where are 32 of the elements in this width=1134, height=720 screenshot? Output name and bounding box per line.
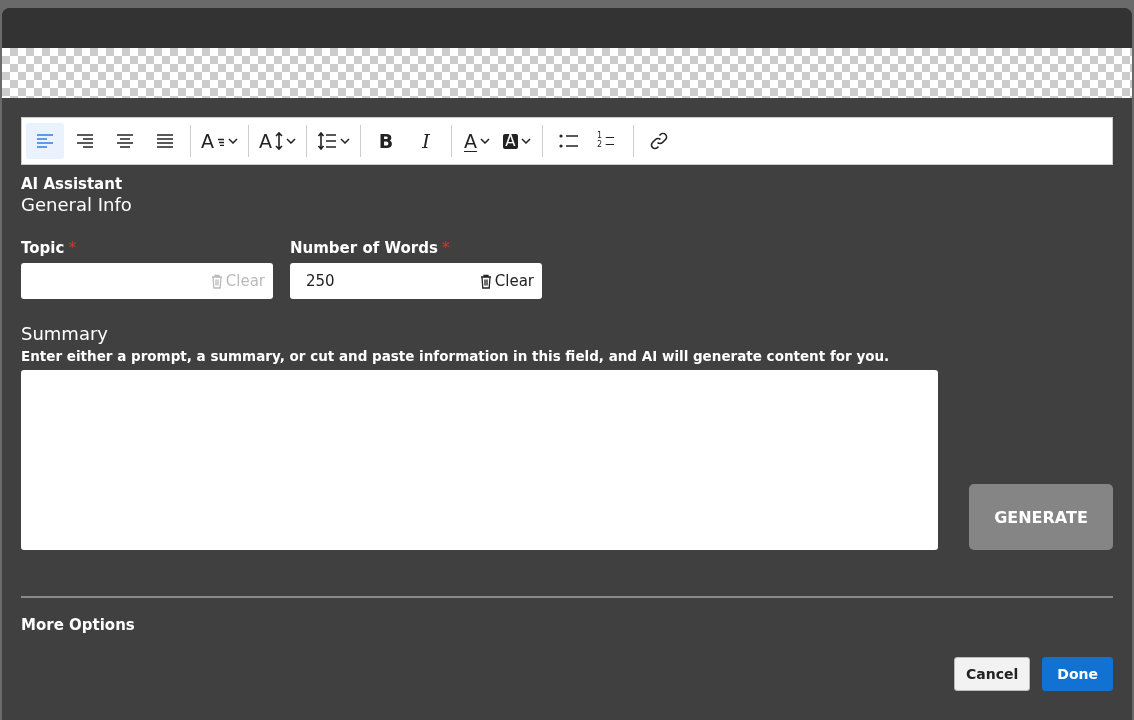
panel-title: AI Assistant [21,175,124,193]
line-height-icon [317,131,337,151]
input-field[interactable]: 250 Clear [290,263,542,299]
generate-button[interactable]: GENERATE [969,484,1113,550]
numbered-list-button[interactable]: 1 2 [589,123,627,159]
summary-title: Summary [21,323,109,344]
clear-button[interactable]: Clear [479,272,534,290]
more-options-toggle[interactable]: More Options [21,616,1113,634]
required-mark: * [68,238,77,257]
align-center-icon [115,131,135,151]
field-label: Topic [21,239,65,257]
lines-icon [217,136,225,146]
vertical-arrow-icon [275,131,283,151]
trash-icon [479,273,492,289]
font-size-button[interactable]: A [255,123,300,159]
required-mark: * [441,238,450,257]
section-title: General Info [21,194,133,215]
summary-hint: Enter either a prompt, a summary, or cut and paste information in this field, and AI will generate content for you. [21,348,891,364]
font-color-button[interactable]: A [458,123,496,159]
cancel-button[interactable]: Cancel [954,657,1031,691]
italic-button[interactable]: I [407,123,445,159]
align-justify-icon [155,131,175,151]
trash-icon [210,273,223,289]
bold-button[interactable]: B [367,123,405,159]
align-right-icon [75,131,95,151]
field-label: Number of Words [290,239,438,257]
highlight-button[interactable]: A [498,123,536,159]
font-family-button[interactable]: A [197,123,242,159]
link-icon [649,131,669,151]
summary-field[interactable] [21,370,938,550]
align-left-icon [35,131,55,151]
done-button[interactable]: Done [1042,657,1113,691]
